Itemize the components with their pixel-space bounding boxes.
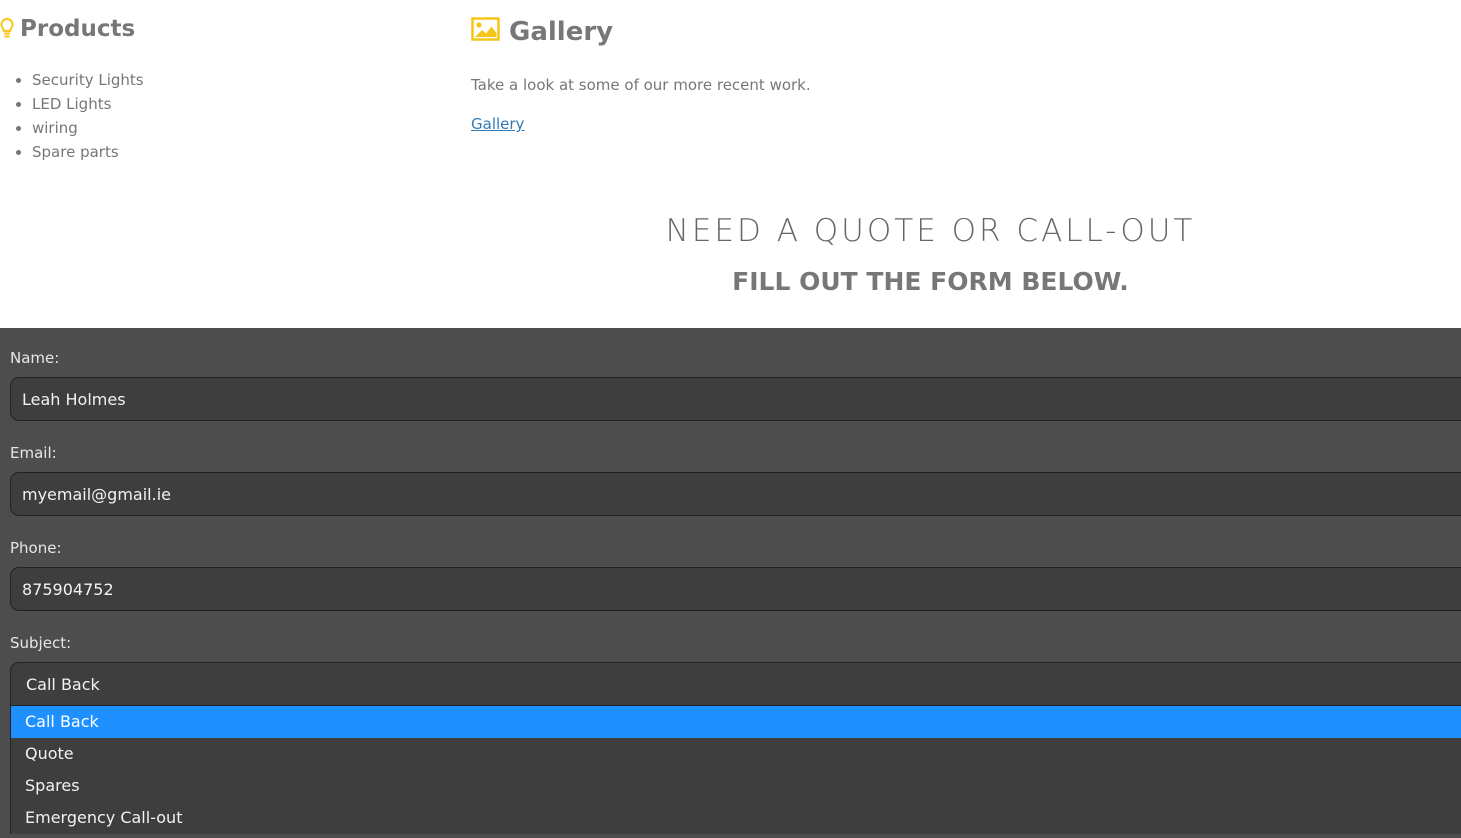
subject-label: Subject: [10, 634, 72, 652]
quote-form: Name: Leah Holmes Email: myemail@gmail.i… [0, 328, 1461, 838]
subject-dropdown: Call Back Quote Spares Emergency Call-ou… [10, 706, 1461, 834]
quote-header: NEED A QUOTE OR CALL-OUT FILL OUT THE FO… [0, 208, 1461, 300]
gallery-heading: Gallery [471, 14, 811, 50]
phone-label: Phone: [10, 539, 62, 557]
gallery-section: Gallery Take a look at some of our more … [471, 14, 811, 133]
product-item: LED Lights [32, 92, 440, 116]
email-label: Email: [10, 444, 57, 462]
product-item: wiring [32, 116, 440, 140]
products-section: Products Security Lights LED Lights wiri… [0, 12, 440, 164]
phone-field[interactable]: 875904752 [10, 567, 1461, 611]
top-section: Products Security Lights LED Lights wiri… [0, 0, 1461, 328]
name-label: Name: [10, 349, 60, 367]
name-field[interactable]: Leah Holmes [10, 377, 1461, 421]
image-icon [471, 16, 500, 48]
products-title: Products [20, 16, 136, 42]
gallery-description: Take a look at some of our more recent w… [471, 76, 811, 94]
gallery-title: Gallery [509, 17, 614, 47]
subject-option-quote[interactable]: Quote [11, 738, 1461, 770]
products-heading: Products [0, 12, 440, 46]
product-item: Spare parts [32, 140, 440, 164]
subject-select[interactable]: Call Back [10, 662, 1461, 706]
email-field[interactable]: myemail@gmail.ie [10, 472, 1461, 516]
gallery-link[interactable]: Gallery [471, 115, 524, 133]
lightbulb-icon [0, 17, 14, 41]
subject-option-spares[interactable]: Spares [11, 770, 1461, 802]
products-list: Security Lights LED Lights wiring Spare … [0, 68, 440, 164]
subject-option-emergency[interactable]: Emergency Call-out [11, 802, 1461, 834]
subject-option-call-back[interactable]: Call Back [11, 706, 1461, 738]
quote-subheading: FILL OUT THE FORM BELOW. [732, 267, 1129, 296]
quote-heading: NEED A QUOTE OR CALL-OUT [665, 213, 1196, 249]
product-item: Security Lights [32, 68, 440, 92]
